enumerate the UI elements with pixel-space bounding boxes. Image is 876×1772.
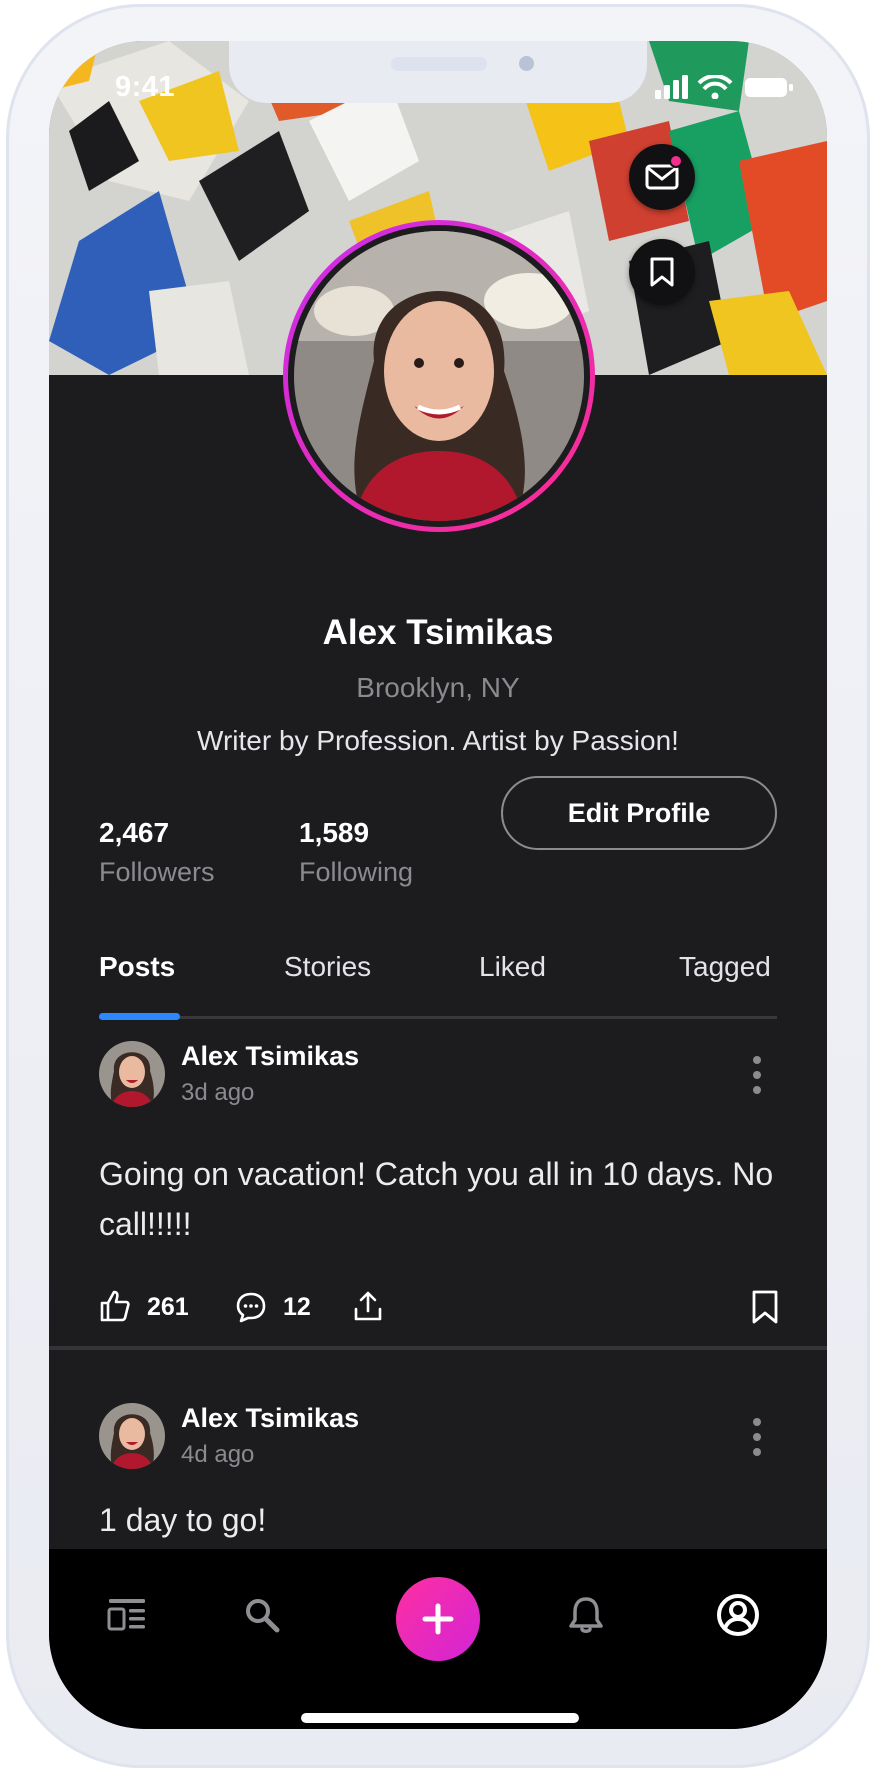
profile-bio: Writer by Profession. Artist by Passion!	[197, 725, 679, 756]
post-card: Alex Tsimikas 4d ago 1 day to go!	[49, 1403, 827, 1553]
post-author-name[interactable]: Alex Tsimikas	[181, 1041, 359, 1072]
followers-count: 2,467	[99, 817, 170, 848]
home-indicator	[301, 1713, 579, 1723]
device-notch	[229, 41, 647, 103]
post-text: Going on vacation! Catch you all in 10 d…	[99, 1156, 774, 1242]
create-post-button[interactable]	[396, 1577, 480, 1661]
bell-icon[interactable]	[567, 1595, 605, 1635]
post-author-avatar[interactable]	[99, 1403, 165, 1469]
more-options-icon[interactable]	[747, 1055, 767, 1095]
status-time: 9:41	[115, 71, 176, 103]
bookmark-icon[interactable]	[751, 1289, 779, 1325]
share-icon[interactable]	[353, 1289, 383, 1323]
bookmark-icon	[650, 257, 674, 287]
followers-label: Followers	[99, 857, 215, 887]
more-options-icon[interactable]	[747, 1417, 767, 1457]
followers-stat[interactable]: 2,467 Followers	[99, 817, 215, 888]
like-icon[interactable]	[99, 1289, 131, 1323]
edit-profile-button[interactable]: Edit Profile	[501, 776, 777, 850]
tab-posts[interactable]: Posts	[99, 951, 175, 983]
tab-divider	[99, 1016, 777, 1019]
plus-icon	[422, 1603, 454, 1635]
like-count: 261	[147, 1293, 189, 1321]
following-label: Following	[299, 857, 414, 887]
profile-avatar[interactable]	[283, 220, 595, 532]
speaker-grille	[391, 57, 487, 71]
tab-liked[interactable]: Liked	[479, 951, 546, 983]
saved-button[interactable]	[629, 239, 695, 305]
tab-tagged[interactable]: Tagged	[679, 951, 771, 983]
front-camera	[519, 56, 534, 71]
post-author-avatar[interactable]	[99, 1041, 165, 1107]
following-stat[interactable]: 1,589 Following	[299, 817, 413, 888]
profile-name: Alex Tsimikas	[322, 613, 554, 652]
post-time: 4d ago	[181, 1441, 255, 1468]
post-text: 1 day to go!	[99, 1502, 267, 1538]
messages-button[interactable]	[629, 144, 695, 210]
post-actions: 261 12	[99, 1289, 779, 1329]
bottom-tab-bar	[49, 1549, 827, 1729]
active-tab-indicator	[99, 1013, 180, 1020]
profile-tabs: Posts Stories Liked Tagged	[99, 915, 777, 1020]
profile-location: Brooklyn, NY	[356, 672, 520, 703]
following-count: 1,589	[299, 817, 370, 848]
post-card: Alex Tsimikas 3d ago Going on vacation! …	[49, 1041, 827, 1341]
post-author-name[interactable]: Alex Tsimikas	[181, 1403, 359, 1434]
search-icon[interactable]	[244, 1597, 280, 1633]
comment-icon[interactable]	[235, 1291, 267, 1323]
tab-stories[interactable]: Stories	[284, 951, 371, 983]
post-time: 3d ago	[181, 1079, 255, 1106]
profile-icon[interactable]	[716, 1593, 760, 1637]
comment-count: 12	[283, 1293, 311, 1321]
avatar-photo	[294, 231, 584, 521]
post-divider	[49, 1346, 827, 1350]
app-screen: 9:41 Alex Tsimikas Brooklyn, NY Writer b…	[49, 41, 827, 1729]
notification-dot	[669, 154, 683, 168]
status-icons	[655, 75, 793, 99]
feed-icon[interactable]	[107, 1597, 147, 1631]
